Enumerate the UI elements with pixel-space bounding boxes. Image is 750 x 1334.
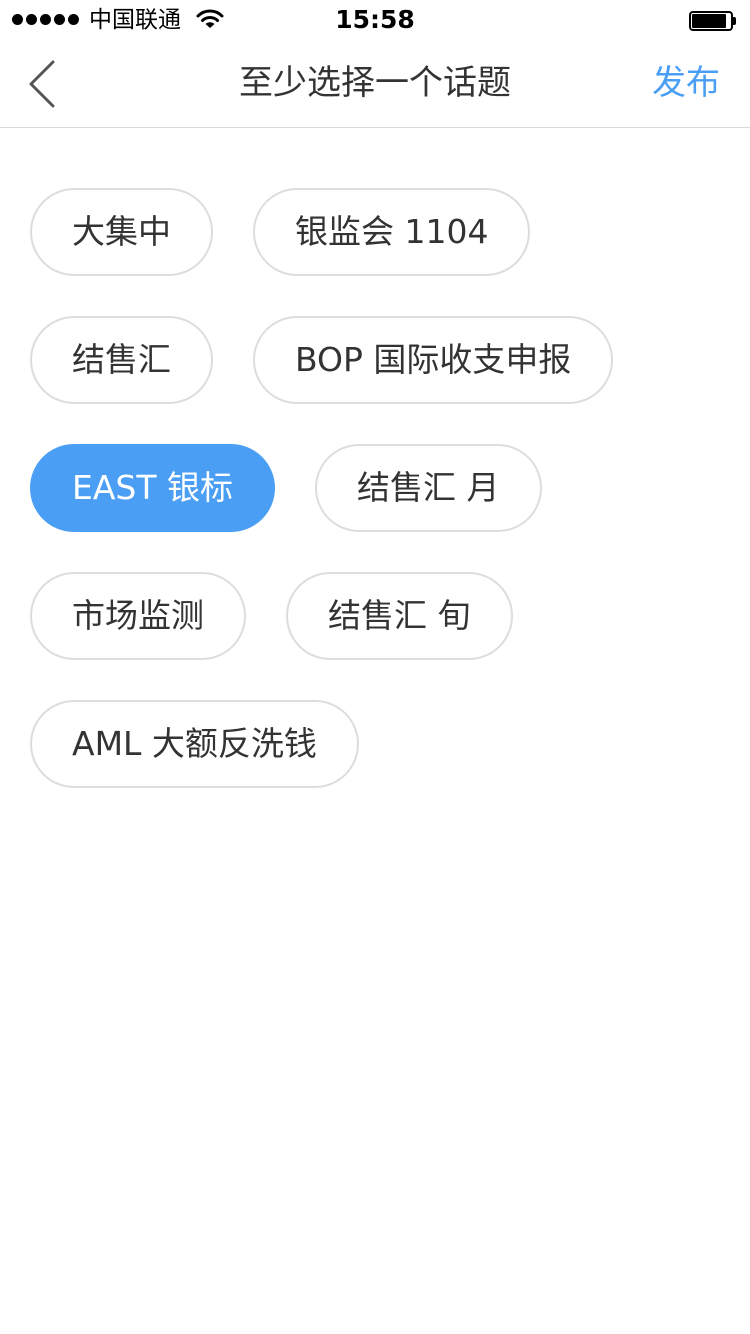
- topic-chip[interactable]: 银监会 1104: [253, 188, 531, 276]
- page-title: 至少选择一个话题: [239, 63, 511, 103]
- topic-list: 大集中 银监会 1104 结售汇 BOP 国际收支申报 EAST 银标 结售汇 月市场监测…: [30, 188, 730, 788]
- topic-chip[interactable]: EAST 银标: [30, 444, 276, 532]
- navigation-bar: 至少选择一个话题 发布: [0, 40, 750, 128]
- status-bar: 中国联通 15:58: [0, 0, 750, 40]
- topic-chip[interactable]: 市场监测: [30, 572, 246, 660]
- topic-chip[interactable]: 结售汇 月: [315, 444, 542, 532]
- topic-chip[interactable]: AML 大额反洗钱: [30, 700, 359, 788]
- publish-button[interactable]: 发布: [652, 60, 720, 106]
- battery-icon: [689, 11, 737, 31]
- status-time: 15:58: [335, 5, 415, 34]
- topic-chip[interactable]: 结售汇 旬: [286, 572, 513, 660]
- topic-chip[interactable]: 大集中: [30, 188, 213, 276]
- topic-chip[interactable]: 结售汇: [30, 316, 213, 404]
- topic-chip[interactable]: BOP 国际收支申报: [253, 316, 614, 404]
